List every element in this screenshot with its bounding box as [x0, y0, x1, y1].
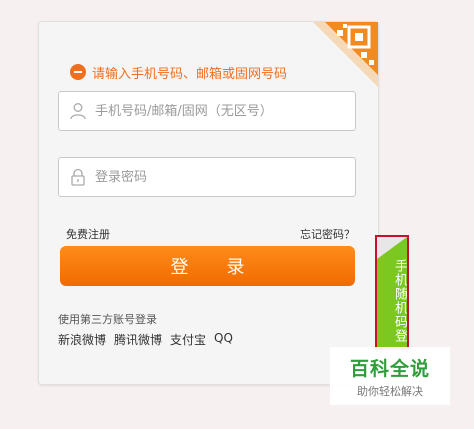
- qq-link[interactable]: QQ: [214, 331, 233, 348]
- error-text: 请输入手机号码、邮箱或固网号码: [92, 66, 288, 82]
- password-field[interactable]: [58, 157, 356, 197]
- third-party-list: 新浪微博 腾讯微博 支付宝 QQ: [58, 331, 233, 348]
- watermark-title: 百科全说: [349, 357, 430, 380]
- third-party-title: 使用第三方账号登录: [58, 313, 157, 326]
- user-icon: [70, 103, 86, 120]
- qr-code-icon[interactable]: [313, 22, 378, 87]
- random-code-login-tab[interactable]: 手机随机码登: [375, 235, 409, 350]
- username-field[interactable]: [58, 91, 356, 131]
- watermark: 百科全说 助你轻松解决: [330, 347, 450, 405]
- username-input[interactable]: [95, 103, 335, 119]
- forgot-password-link[interactable]: 忘记密码？: [300, 226, 355, 242]
- error-icon: [70, 64, 86, 80]
- side-tab-label: 手机随机码登: [392, 259, 407, 343]
- page-background: [0, 0, 38, 429]
- lock-icon: [71, 168, 85, 186]
- login-button[interactable]: 登录: [60, 246, 355, 286]
- watermark-subtitle: 助你轻松解决: [357, 384, 423, 398]
- tab-fold: [377, 237, 407, 259]
- alipay-link[interactable]: 支付宝: [170, 331, 206, 348]
- sina-weibo-link[interactable]: 新浪微博: [58, 331, 106, 348]
- register-link[interactable]: 免费注册: [66, 226, 110, 242]
- password-input[interactable]: [95, 169, 335, 185]
- error-message: 请输入手机号码、邮箱或固网号码: [70, 63, 288, 82]
- tencent-weibo-link[interactable]: 腾讯微博: [114, 331, 162, 348]
